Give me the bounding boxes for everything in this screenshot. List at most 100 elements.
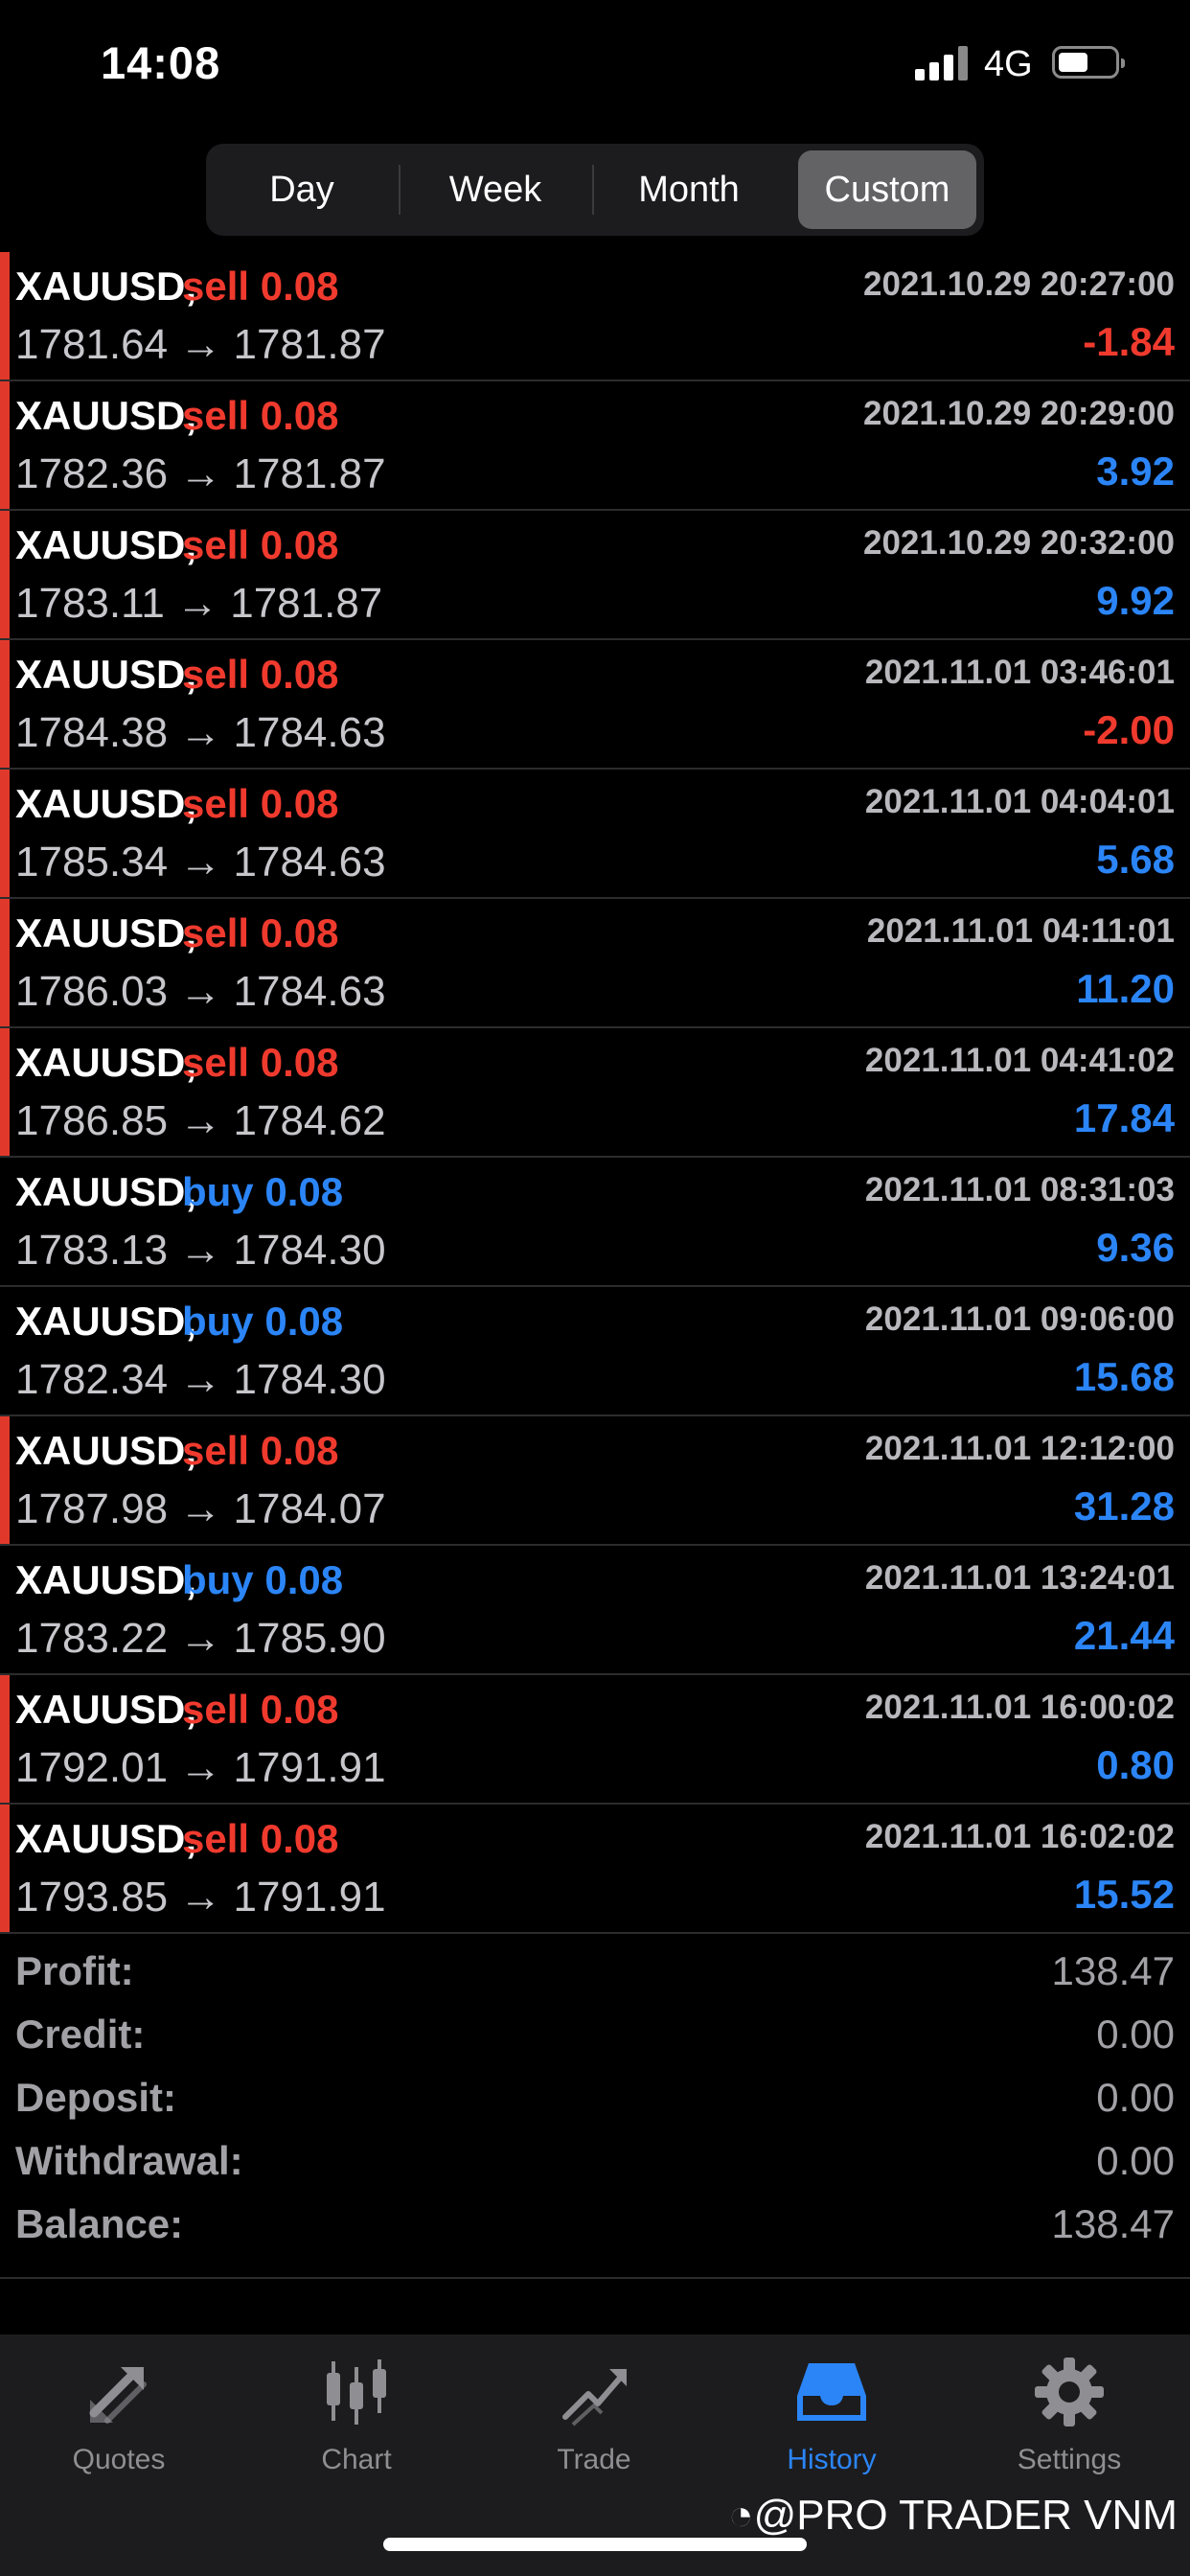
deal-profit: 9.36 xyxy=(1096,1225,1175,1270)
deal-symbol: XAUUSD, xyxy=(15,522,197,567)
deal-prices: 1792.01 → 1791.91 xyxy=(15,1744,386,1791)
tab-month[interactable]: Month xyxy=(601,150,777,229)
nav-history[interactable]: History xyxy=(713,2354,950,2507)
deal-row[interactable]: XAUUSD, sell 0.08 2021.11.01 16:02:02 1793.… xyxy=(0,1805,1190,1934)
nav-label: History xyxy=(787,2444,877,2475)
deal-prices: 1781.64 → 1781.87 xyxy=(15,321,386,368)
deal-profit: 0.80 xyxy=(1096,1742,1175,1787)
deal-prices: 1782.34 → 1784.30 xyxy=(15,1356,386,1403)
deal-row[interactable]: XAUUSD, buy 0.08 2021.11.01 08:31:03 1783.1… xyxy=(0,1158,1190,1287)
deal-side-volume: sell 0.08 xyxy=(182,652,339,697)
deal-row[interactable]: XAUUSD, sell 0.08 2021.11.01 04:41:02 1786.… xyxy=(0,1028,1190,1158)
quotes-icon xyxy=(89,2367,147,2424)
deal-row[interactable]: XAUUSD, sell 0.08 2021.11.01 03:46:01 1784.… xyxy=(0,640,1190,770)
watermark-text: @PRO TRADER VNM xyxy=(753,2492,1178,2539)
deal-prices: 1786.85 → 1784.62 xyxy=(15,1097,386,1144)
period-segmented-control: Day Week Month Custom xyxy=(206,144,984,236)
summary-deposit: Deposit: 0.00 xyxy=(0,2067,1190,2130)
nav-chart[interactable]: Chart xyxy=(238,2354,475,2507)
deal-side-volume: sell 0.08 xyxy=(182,393,339,438)
deal-symbol: XAUUSD, xyxy=(15,1428,197,1473)
deal-datetime: 2021.10.29 20:32:00 xyxy=(863,524,1175,562)
deal-datetime: 2021.11.01 03:46:01 xyxy=(864,654,1175,691)
deal-prices: 1784.38 → 1784.63 xyxy=(15,709,386,756)
deal-prices: 1793.85 → 1791.91 xyxy=(15,1874,386,1920)
summary-value: 0.00 xyxy=(1096,2012,1175,2057)
nav-settings[interactable]: Settings xyxy=(950,2354,1188,2507)
chart-icon xyxy=(327,2359,386,2425)
summary-withdrawal: Withdrawal: 0.00 xyxy=(0,2130,1190,2194)
nav-quotes[interactable]: Quotes xyxy=(0,2354,238,2507)
deal-datetime: 2021.10.29 20:27:00 xyxy=(863,265,1175,303)
deal-prices: 1785.34 → 1784.63 xyxy=(15,839,386,886)
deal-row[interactable]: XAUUSD, sell 0.08 2021.10.29 20:29:00 1782.… xyxy=(0,381,1190,511)
deal-symbol: XAUUSD, xyxy=(15,652,197,697)
deal-symbol: XAUUSD, xyxy=(15,1169,197,1214)
status-bar: 14:08 4G xyxy=(0,0,1190,129)
watermark: ◔@PRO TRADER VNM xyxy=(728,2492,1178,2540)
deal-prices: 1782.36 → 1781.87 xyxy=(15,450,386,497)
deal-profit: 5.68 xyxy=(1096,837,1175,882)
summary-profit: Profit: 138.47 xyxy=(0,1941,1190,2004)
deal-datetime: 2021.11.01 04:11:01 xyxy=(866,912,1175,950)
deal-row[interactable]: XAUUSD, sell 0.08 2021.10.29 20:27:00 1781.… xyxy=(0,252,1190,381)
tab-custom[interactable]: Custom xyxy=(798,150,976,229)
deal-side-volume: sell 0.08 xyxy=(182,1687,339,1732)
deal-row[interactable]: XAUUSD, sell 0.08 2021.10.29 20:32:00 1783.… xyxy=(0,511,1190,640)
deal-prices: 1783.13 → 1784.30 xyxy=(15,1227,386,1274)
deal-row[interactable]: XAUUSD, sell 0.08 2021.11.01 16:00:02 1792.… xyxy=(0,1675,1190,1805)
deal-prices: 1787.98 → 1784.07 xyxy=(15,1485,386,1532)
deal-profit: -1.84 xyxy=(1083,319,1175,364)
summary-label: Balance: xyxy=(15,2201,184,2246)
home-indicator[interactable] xyxy=(383,2538,807,2551)
deal-row[interactable]: XAUUSD, sell 0.08 2021.11.01 04:11:01 1786.… xyxy=(0,899,1190,1028)
deal-row[interactable]: XAUUSD, buy 0.08 2021.11.01 09:06:00 1782.3… xyxy=(0,1287,1190,1416)
nav-label: Chart xyxy=(321,2444,392,2475)
deal-side-volume: sell 0.08 xyxy=(182,781,339,826)
deal-side-volume: sell 0.08 xyxy=(182,1816,339,1861)
deal-symbol: XAUUSD, xyxy=(15,264,197,309)
summary-balance: Balance: 138.47 xyxy=(0,2194,1190,2257)
battery-icon xyxy=(1052,46,1125,79)
network-type: 4G xyxy=(984,44,1033,84)
settings-icon xyxy=(1035,2358,1104,2426)
summary-value: 0.00 xyxy=(1096,2075,1175,2120)
summary-label: Profit: xyxy=(15,1948,134,1993)
summary-label: Withdrawal: xyxy=(15,2138,243,2183)
nav-trade[interactable]: Trade xyxy=(475,2354,713,2507)
summary-value: 0.00 xyxy=(1096,2138,1175,2183)
deal-prices: 1783.22 → 1785.90 xyxy=(15,1615,386,1662)
deal-profit: 17.84 xyxy=(1073,1095,1175,1140)
deal-symbol: XAUUSD, xyxy=(15,1687,197,1732)
deal-row[interactable]: XAUUSD, sell 0.08 2021.11.01 12:12:00 1787.… xyxy=(0,1416,1190,1546)
deal-side-volume: sell 0.08 xyxy=(182,264,339,309)
deal-datetime: 2021.11.01 04:41:02 xyxy=(864,1042,1175,1079)
status-time: 14:08 xyxy=(101,37,221,88)
deal-row[interactable]: XAUUSD, buy 0.08 2021.11.01 13:24:01 1783.2… xyxy=(0,1546,1190,1675)
deal-profit: 31.28 xyxy=(1073,1484,1175,1529)
summary-credit: Credit: 0.00 xyxy=(0,2004,1190,2067)
deal-datetime: 2021.11.01 13:24:01 xyxy=(864,1559,1175,1597)
deal-side-volume: buy 0.08 xyxy=(182,1557,344,1602)
nav-label: Trade xyxy=(557,2444,631,2475)
deal-profit: 15.68 xyxy=(1073,1354,1175,1399)
summary-label: Credit: xyxy=(15,2012,146,2057)
deal-symbol: XAUUSD, xyxy=(15,781,197,826)
deal-prices: 1786.03 → 1784.63 xyxy=(15,968,386,1015)
tab-day[interactable]: Day xyxy=(214,150,390,229)
deal-datetime: 2021.11.01 12:12:00 xyxy=(864,1430,1175,1467)
deal-profit: 21.44 xyxy=(1073,1613,1175,1658)
deal-symbol: XAUUSD, xyxy=(15,1040,197,1085)
nav-label: Quotes xyxy=(72,2444,166,2475)
nav-label: Settings xyxy=(1017,2444,1122,2475)
deal-datetime: 2021.10.29 20:29:00 xyxy=(863,395,1175,432)
deal-row[interactable]: XAUUSD, sell 0.08 2021.11.01 04:04:01 1785.… xyxy=(0,770,1190,899)
deal-profit: 9.92 xyxy=(1096,578,1175,623)
deal-side-volume: buy 0.08 xyxy=(182,1169,344,1214)
deal-prices: 1783.11 → 1781.87 xyxy=(15,580,383,627)
deal-profit: -2.00 xyxy=(1083,707,1175,752)
tab-week[interactable]: Week xyxy=(407,150,584,229)
deal-history-list: XAUUSD, sell 0.08 2021.10.29 20:27:00 1781.… xyxy=(0,252,1190,1934)
trade-icon xyxy=(562,2369,627,2426)
deal-side-volume: sell 0.08 xyxy=(182,1428,339,1473)
